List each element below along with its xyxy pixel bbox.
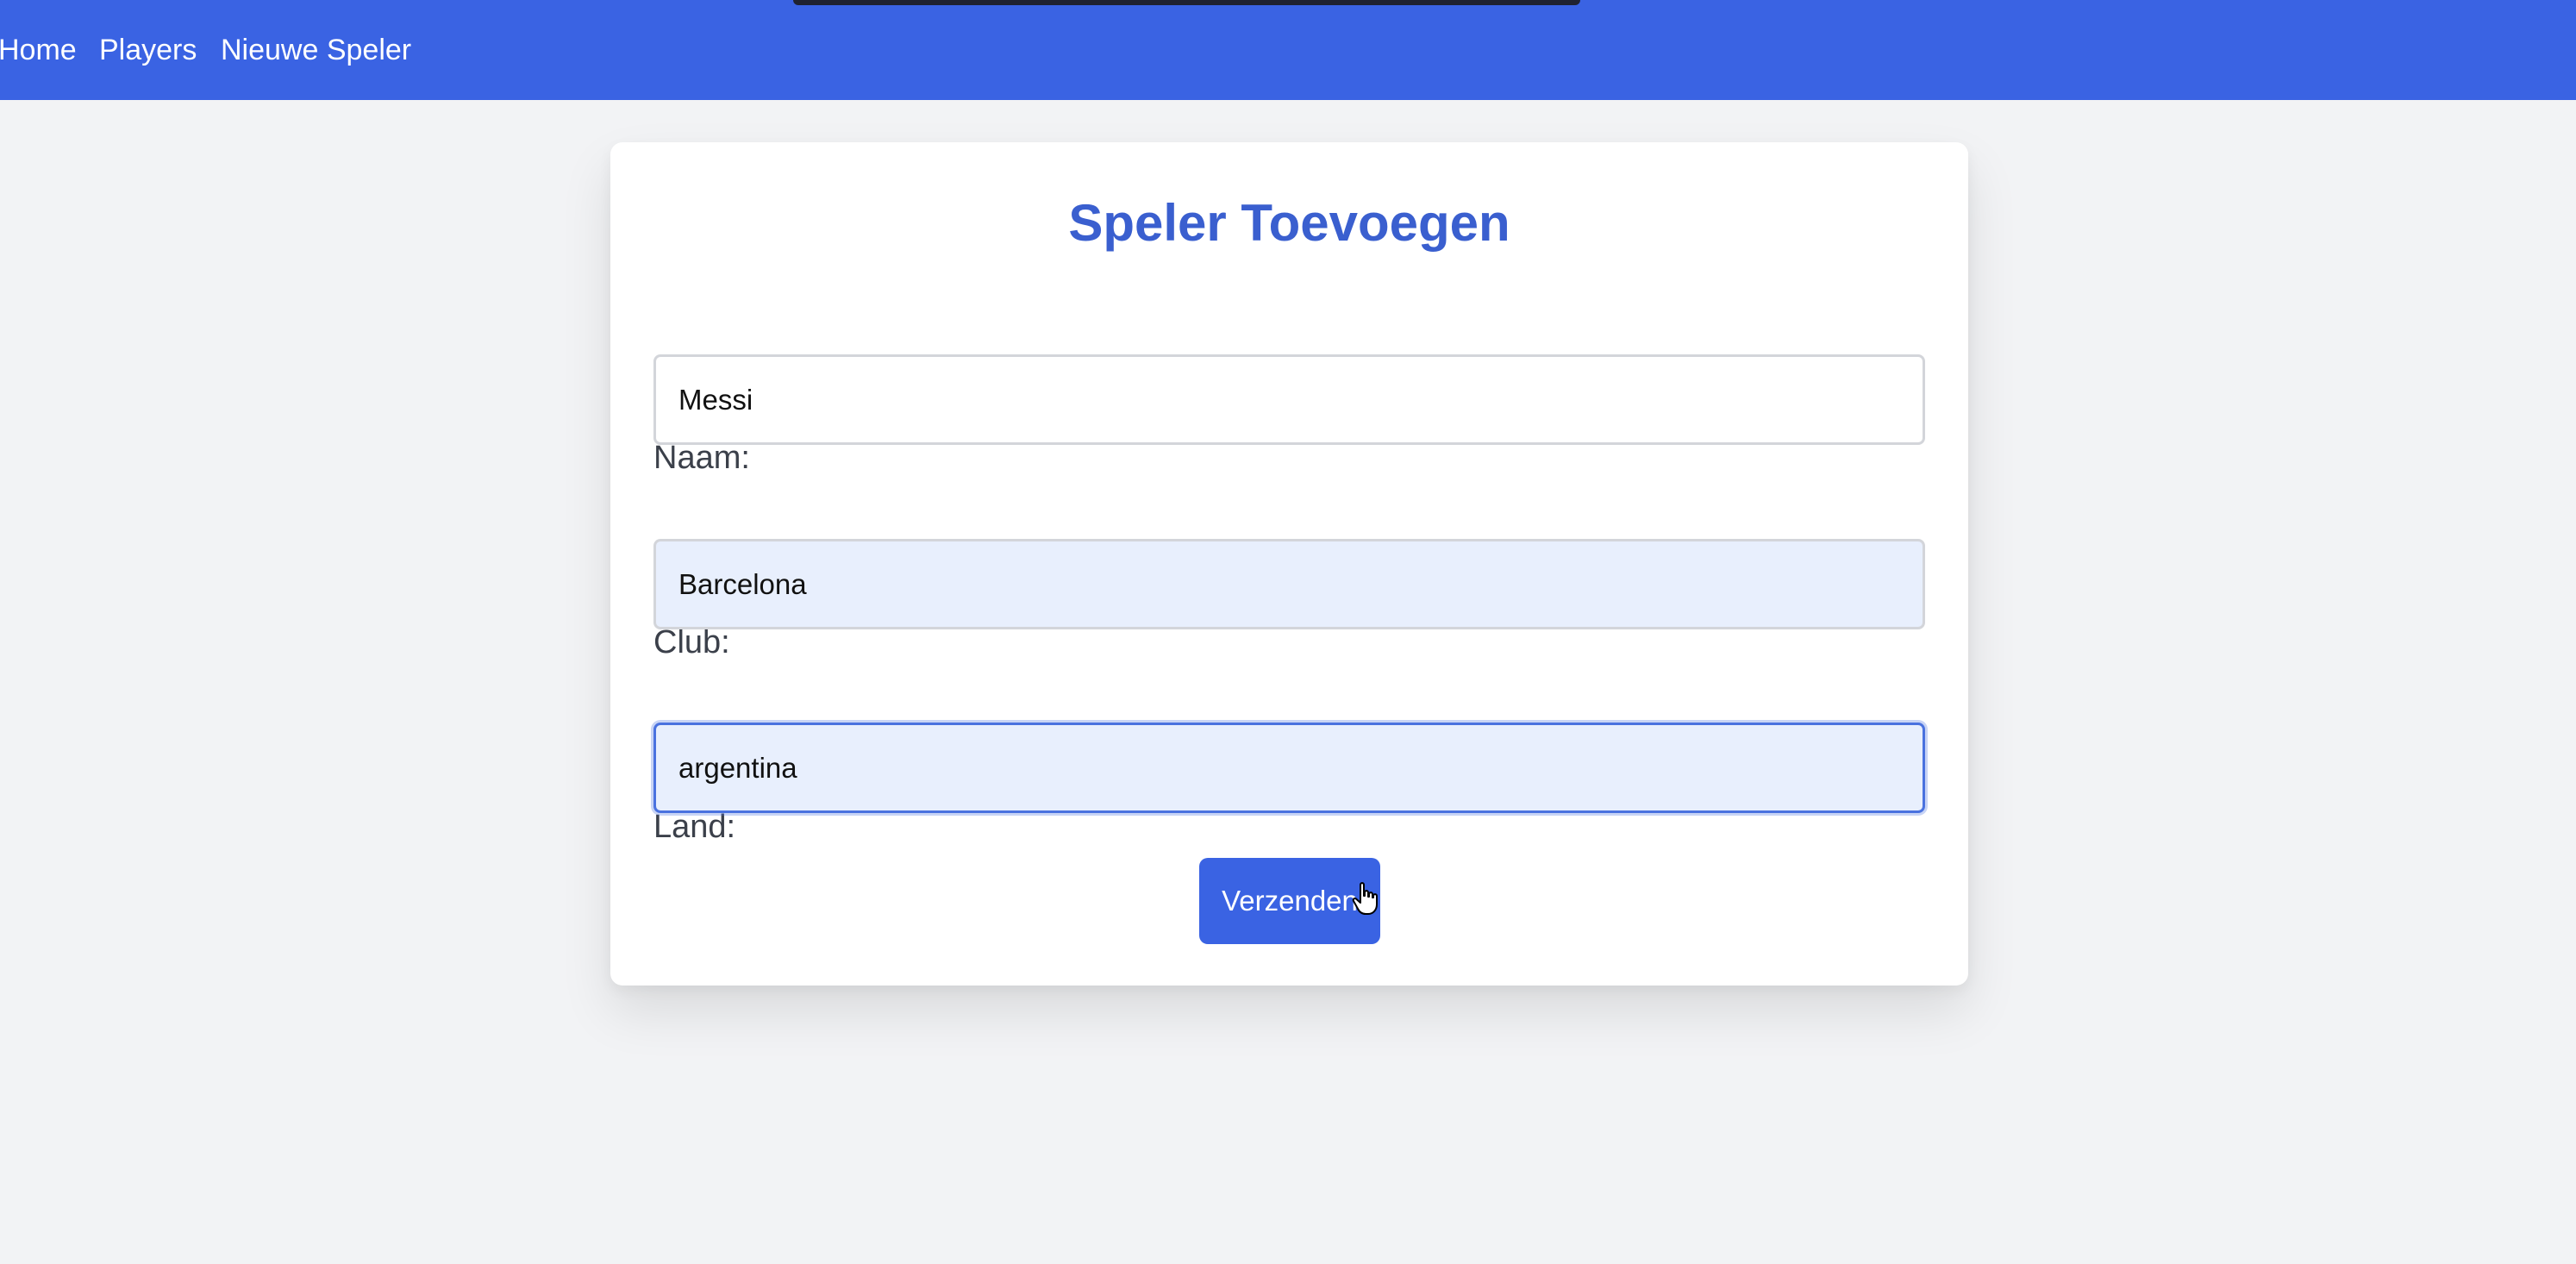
land-label: Land:	[653, 809, 736, 845]
land-input[interactable]	[653, 723, 1925, 813]
nav-link-players[interactable]: Players	[99, 33, 197, 67]
club-input[interactable]	[653, 539, 1925, 629]
naam-input[interactable]	[653, 354, 1925, 445]
hand-pointer-icon	[1352, 882, 1378, 915]
top-navbar: Home Players Nieuwe Speler	[0, 0, 2576, 100]
nav-link-nieuwe-speler[interactable]: Nieuwe Speler	[221, 33, 411, 67]
form-title: Speler Toevoegen	[1068, 194, 1510, 252]
nav-link-home[interactable]: Home	[0, 33, 77, 67]
add-player-form-card: Speler Toevoegen Naam: Club: Land: Verze…	[610, 142, 1968, 986]
window-notch	[793, 0, 1580, 5]
